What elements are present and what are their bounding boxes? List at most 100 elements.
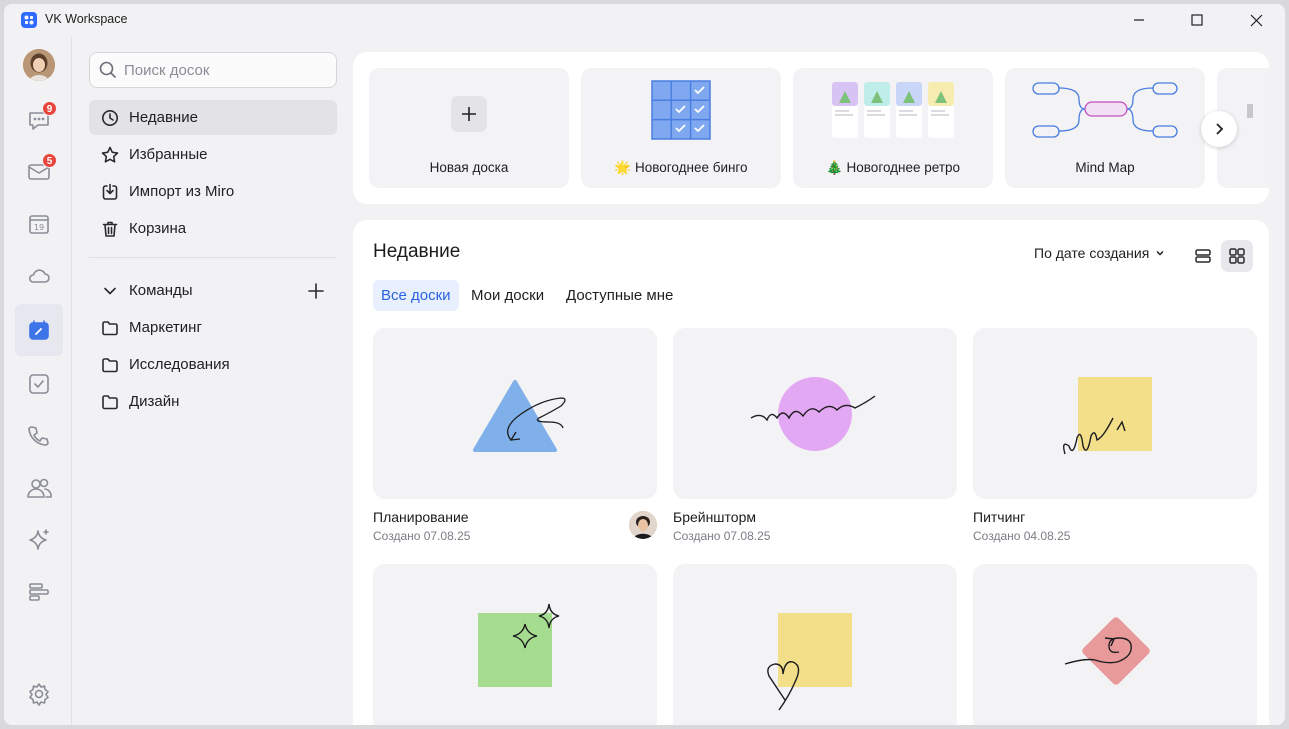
tab-all-boards[interactable]: Все доски	[373, 280, 459, 311]
app-rail: 9 5 19	[4, 36, 72, 725]
trash-icon	[102, 221, 118, 237]
rail-settings[interactable]	[15, 668, 63, 720]
search-icon	[99, 61, 117, 79]
minimize-button[interactable]	[1116, 4, 1162, 36]
board-name: Планирование	[373, 509, 469, 525]
nav-item-recent[interactable]: Недавние	[89, 100, 337, 135]
board-date: Создано 07.08.25	[673, 529, 771, 543]
clock-icon	[102, 109, 118, 126]
board-card[interactable]: Брейншторм Создано 07.08.25	[673, 328, 957, 543]
board-date: Создано 04.08.25	[973, 529, 1071, 543]
tab-shared-with-me[interactable]: Доступные мне	[558, 280, 681, 311]
section-title: Недавние	[373, 241, 461, 262]
template-new-year-retro[interactable]: 🎄 Новогоднее ретро	[793, 68, 993, 188]
recent-boards-section: Недавние По дате создания Все доски Мои …	[353, 220, 1269, 725]
chevron-right-icon	[1216, 123, 1224, 135]
contacts-icon	[27, 478, 52, 498]
calendar-icon: 19	[29, 215, 49, 234]
retro-columns-icon	[832, 82, 954, 138]
title-bar: VK Workspace	[4, 4, 1285, 36]
tasks-icon	[29, 374, 49, 394]
folder-icon	[102, 357, 118, 372]
team-item-design[interactable]: Дизайн	[89, 384, 337, 419]
board-name: Брейншторм	[673, 509, 756, 525]
search-placeholder: Поиск досок	[124, 61, 210, 79]
template-new-year-bingo[interactable]: 🌟 Новогоднее бинго	[581, 68, 781, 188]
teams-header[interactable]: Команды	[89, 273, 337, 308]
template-label: 🎄 Новогоднее ретро	[825, 160, 961, 175]
gear-icon	[29, 683, 49, 706]
nav-divider	[89, 257, 337, 258]
mail-badge: 5	[42, 153, 57, 168]
rail-messages[interactable]: 9	[15, 94, 63, 146]
window-title: VK Workspace	[45, 12, 128, 26]
folder-icon	[102, 394, 118, 409]
rail-timeline[interactable]	[15, 566, 63, 618]
team-label: Маркетинг	[129, 319, 202, 336]
templates-next-button[interactable]	[1201, 111, 1237, 147]
board-search-input[interactable]: Поиск досок	[89, 52, 337, 88]
chevron-down-icon	[104, 287, 116, 294]
board-thumbnail	[973, 564, 1257, 725]
rail-calendar[interactable]: 19	[15, 198, 63, 250]
template-mind-map[interactable]: Mind Map	[1005, 68, 1205, 188]
board-thumbnail	[673, 564, 957, 725]
phone-icon	[28, 426, 49, 446]
owner-avatar	[629, 511, 657, 539]
add-team-icon[interactable]	[307, 282, 325, 300]
list-view-button[interactable]	[1187, 240, 1219, 272]
board-thumbnail	[373, 564, 657, 725]
grid-view-button[interactable]	[1221, 240, 1253, 272]
diamond-doodle	[1064, 617, 1150, 685]
rail-boards[interactable]	[15, 304, 63, 356]
rail-calls[interactable]	[15, 410, 63, 462]
calendar-day: 19	[34, 223, 44, 232]
boards-nav-panel: Поиск досок Недавние Избранные Импорт из…	[72, 36, 351, 725]
team-label: Дизайн	[129, 393, 180, 410]
nav-item-trash[interactable]: Корзина	[89, 211, 337, 246]
template-label: 🌟 Новогоднее бинго	[614, 160, 748, 175]
rail-ai[interactable]	[15, 514, 63, 566]
star-icon	[101, 146, 119, 163]
board-card[interactable]: Планирование Создано 07.08.25	[373, 328, 657, 543]
boards-icon	[29, 320, 49, 340]
close-window-button[interactable]	[1233, 4, 1279, 36]
board-thumbnail	[373, 328, 657, 499]
rail-contacts[interactable]	[15, 462, 63, 514]
team-label: Исследования	[129, 356, 230, 373]
maximize-button[interactable]	[1174, 4, 1220, 36]
tab-my-boards[interactable]: Мои доски	[463, 280, 552, 311]
sparkle-sticky-doodle	[478, 603, 560, 687]
nav-item-favorites[interactable]: Избранные	[89, 137, 337, 172]
board-card[interactable]	[973, 564, 1257, 725]
folder-icon	[102, 320, 118, 335]
chat-badge: 9	[42, 101, 57, 116]
board-card[interactable]: Питчинг Создано 04.08.25	[973, 328, 1257, 543]
user-avatar[interactable]	[23, 49, 55, 81]
team-item-research[interactable]: Исследования	[89, 347, 337, 382]
plus-icon	[451, 96, 487, 132]
team-item-marketing[interactable]: Маркетинг	[89, 310, 337, 345]
rail-mail[interactable]: 5	[15, 146, 63, 198]
nav-item-import-miro[interactable]: Импорт из Miro	[89, 174, 337, 209]
board-card[interactable]	[673, 564, 957, 725]
import-icon	[102, 183, 118, 200]
heart-sticky-doodle	[767, 613, 852, 711]
sort-dropdown[interactable]: По дате создания	[1034, 245, 1165, 261]
sort-label: По дате создания	[1034, 245, 1150, 261]
grid-view-icon	[1229, 248, 1245, 264]
template-partial-preview	[1247, 104, 1253, 118]
board-card[interactable]	[373, 564, 657, 725]
teams-label: Команды	[129, 282, 193, 299]
nav-item-label: Избранные	[129, 146, 208, 163]
board-date: Создано 07.08.25	[373, 529, 471, 543]
template-label: Mind Map	[1075, 160, 1135, 175]
nav-item-label: Импорт из Miro	[129, 183, 235, 200]
rail-cloud[interactable]	[15, 250, 63, 302]
app-window: VK Workspace 9 5 19 Поиск досок Недавние…	[4, 4, 1285, 725]
template-new-board[interactable]: Новая доска	[369, 68, 569, 188]
rail-tasks[interactable]	[15, 358, 63, 410]
circle-doodle	[750, 377, 876, 451]
board-name: Питчинг	[973, 509, 1026, 525]
template-label: Новая доска	[429, 160, 509, 175]
